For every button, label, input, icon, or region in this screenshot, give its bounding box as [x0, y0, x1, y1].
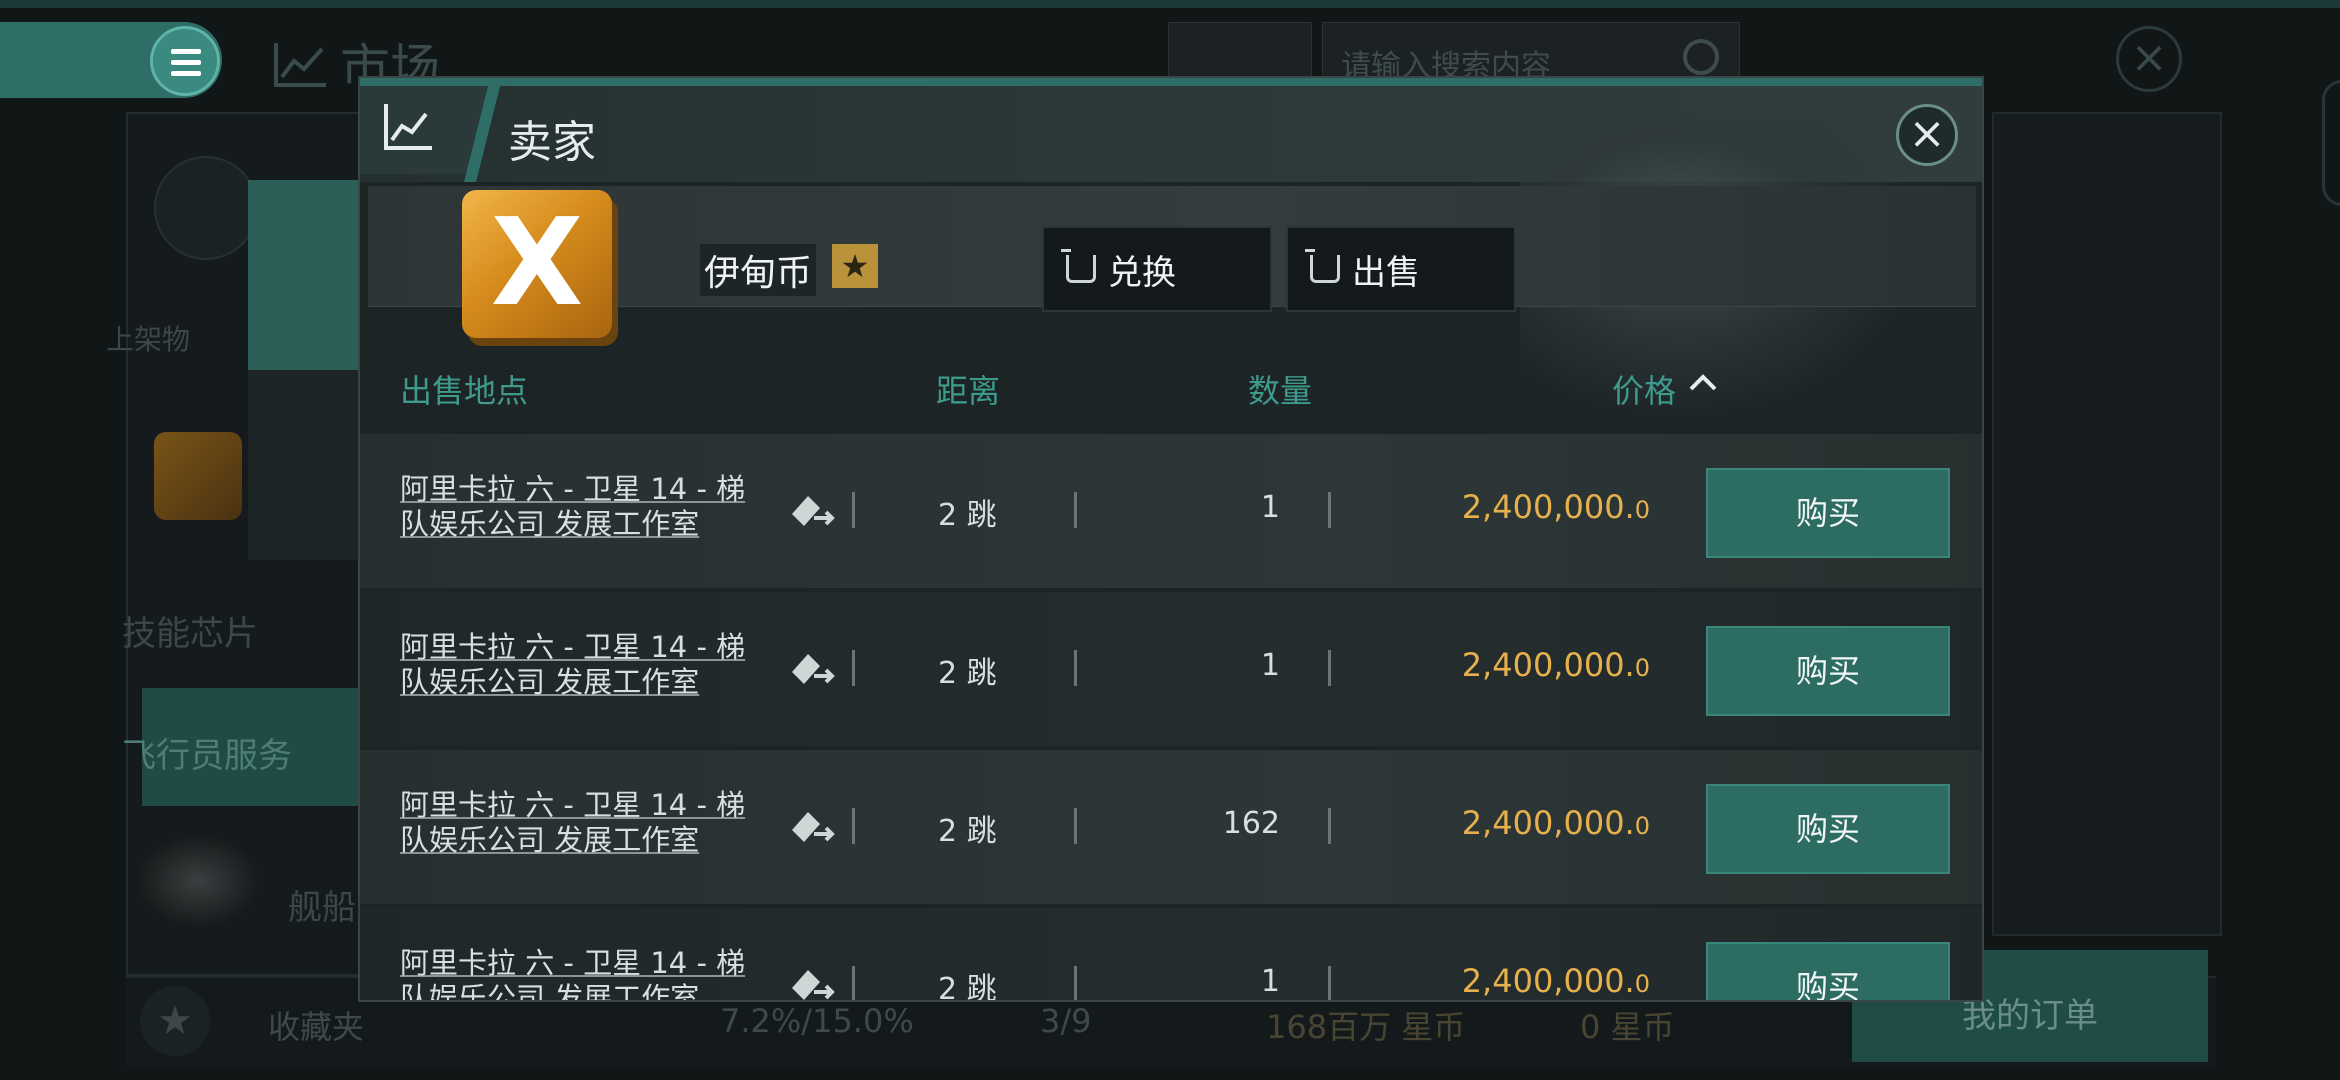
header-location[interactable]: 出售地点: [400, 366, 528, 412]
column-divider: [1074, 492, 1077, 528]
item-name: 伊甸币: [700, 244, 817, 296]
row-distance: 2 跳: [938, 814, 997, 849]
search-icon[interactable]: [1683, 39, 1719, 75]
price-main: 2,400,000.: [1461, 962, 1635, 1000]
order-slots: 3/9: [1040, 1002, 1092, 1040]
side-tab-buy[interactable]: [248, 180, 358, 370]
exchange-label: 兑换: [1108, 252, 1176, 293]
price-main: 2,400,000.: [1461, 488, 1635, 526]
ship-icon: [138, 836, 258, 926]
sell-label: 出售: [1352, 252, 1420, 293]
dock-icon: [792, 496, 835, 526]
buy-button[interactable]: 购买: [1706, 784, 1950, 874]
column-divider: [1328, 966, 1331, 1000]
row-distance: 2 跳: [938, 498, 997, 533]
top-accent-line: [0, 0, 2340, 8]
table-header: 出售地点 距离 数量 价格: [368, 356, 1976, 412]
price-decimal: 0: [1634, 970, 1650, 998]
sell-button[interactable]: 出售: [1286, 226, 1516, 312]
hamburger-icon: [171, 49, 201, 82]
edge-handle[interactable]: [2322, 80, 2340, 206]
buy-button[interactable]: 购买: [1706, 468, 1950, 558]
column-divider: [852, 492, 855, 528]
category-listed[interactable]: 上架物: [106, 318, 190, 358]
eden-coin-thumb-icon: [154, 432, 242, 520]
row-distance: 2 跳: [938, 972, 997, 1002]
category-pilot-services[interactable]: 飞行员服务: [122, 728, 292, 777]
buy-button[interactable]: 购买: [1706, 626, 1950, 716]
table-row: 阿里卡拉 六 - 卫星 14 - 梯队娱乐公司 发展工作室 2 跳 1 2,40…: [360, 434, 1982, 588]
column-divider: [1074, 966, 1077, 1000]
price-main: 2,400,000.: [1461, 646, 1635, 684]
market-close-button[interactable]: ×: [2116, 26, 2182, 92]
column-divider: [852, 808, 855, 844]
row-quantity: 1: [1260, 490, 1280, 525]
coin-letter: X: [490, 194, 584, 333]
row-location-link[interactable]: 阿里卡拉 六 - 卫星 14 - 梯队娱乐公司 发展工作室: [400, 788, 760, 858]
category-menu-icon[interactable]: [154, 156, 258, 260]
menu-button[interactable]: [150, 26, 220, 96]
row-price: 2,400,000.0: [1370, 646, 1650, 684]
cart-icon: [1305, 249, 1340, 283]
dock-icon: [792, 970, 835, 1000]
row-location-link[interactable]: 阿里卡拉 六 - 卫星 14 - 梯队娱乐公司 发展工作室: [400, 630, 760, 700]
balance: 168百万 星币: [1266, 1008, 1466, 1046]
header-price[interactable]: 价格: [1612, 366, 1676, 412]
seller-dialog: 卖家 × X 伊甸币 ★ 兑换 出售 出售地点 距离 数量 价格 阿里卡拉 六 …: [358, 76, 1984, 1002]
column-divider: [1328, 492, 1331, 528]
row-quantity: 162: [1222, 806, 1280, 841]
row-quantity: 1: [1260, 648, 1280, 683]
column-divider: [1328, 650, 1331, 686]
price-decimal: 0: [1634, 654, 1650, 682]
table-row: 阿里卡拉 六 - 卫星 14 - 梯队娱乐公司 发展工作室 2 跳 1 2,40…: [360, 592, 1982, 746]
sort-ascending-icon[interactable]: [1688, 366, 1718, 401]
chart-icon: [274, 43, 326, 87]
row-quantity: 1: [1260, 964, 1280, 999]
category-skill-chips[interactable]: 技能芯片: [122, 606, 258, 655]
exchange-button[interactable]: 兑换: [1042, 226, 1272, 312]
right-panel: [1992, 112, 2222, 936]
price-decimal: 0: [1634, 496, 1650, 524]
favorites-star-icon[interactable]: ★: [140, 986, 210, 1056]
price-main: 2,400,000.: [1461, 804, 1635, 842]
column-divider: [1074, 650, 1077, 686]
row-price: 2,400,000.0: [1370, 962, 1650, 1000]
favorites-label[interactable]: 收藏夹: [268, 1002, 364, 1048]
close-icon[interactable]: ×: [1896, 104, 1958, 166]
column-divider: [1074, 808, 1077, 844]
star-icon[interactable]: ★: [832, 244, 878, 288]
header-quantity[interactable]: 数量: [1248, 366, 1312, 412]
eden-coin-icon: X: [462, 190, 612, 338]
column-divider: [852, 966, 855, 1000]
buy-button[interactable]: 购买: [1706, 942, 1950, 1000]
header-distance[interactable]: 距离: [936, 366, 1000, 412]
cart-icon: [1061, 249, 1096, 283]
dock-icon: [792, 654, 835, 684]
column-divider: [1328, 808, 1331, 844]
dialog-accent-line: [360, 78, 1982, 86]
dock-icon: [792, 812, 835, 842]
order-progress: 7.2%/15.0%: [720, 1002, 914, 1040]
table-row: 阿里卡拉 六 - 卫星 14 - 梯队娱乐公司 发展工作室 2 跳 162 2,…: [360, 750, 1982, 904]
row-price: 2,400,000.0: [1370, 488, 1650, 526]
escrow: 0 星币: [1580, 1008, 1675, 1046]
category-ships[interactable]: 舰船: [288, 880, 356, 929]
chart-icon: [384, 104, 432, 150]
table-row: 阿里卡拉 六 - 卫星 14 - 梯队娱乐公司 发展工作室 2 跳 1 2,40…: [360, 908, 1982, 1002]
row-distance: 2 跳: [938, 656, 997, 691]
dialog-title: 卖家: [508, 117, 596, 168]
side-tab-strip: [248, 180, 358, 560]
row-location-link[interactable]: 阿里卡拉 六 - 卫星 14 - 梯队娱乐公司 发展工作室: [400, 472, 760, 542]
column-divider: [852, 650, 855, 686]
row-price: 2,400,000.0: [1370, 804, 1650, 842]
row-location-link[interactable]: 阿里卡拉 六 - 卫星 14 - 梯队娱乐公司 发展工作室: [400, 946, 760, 1000]
price-decimal: 0: [1634, 812, 1650, 840]
